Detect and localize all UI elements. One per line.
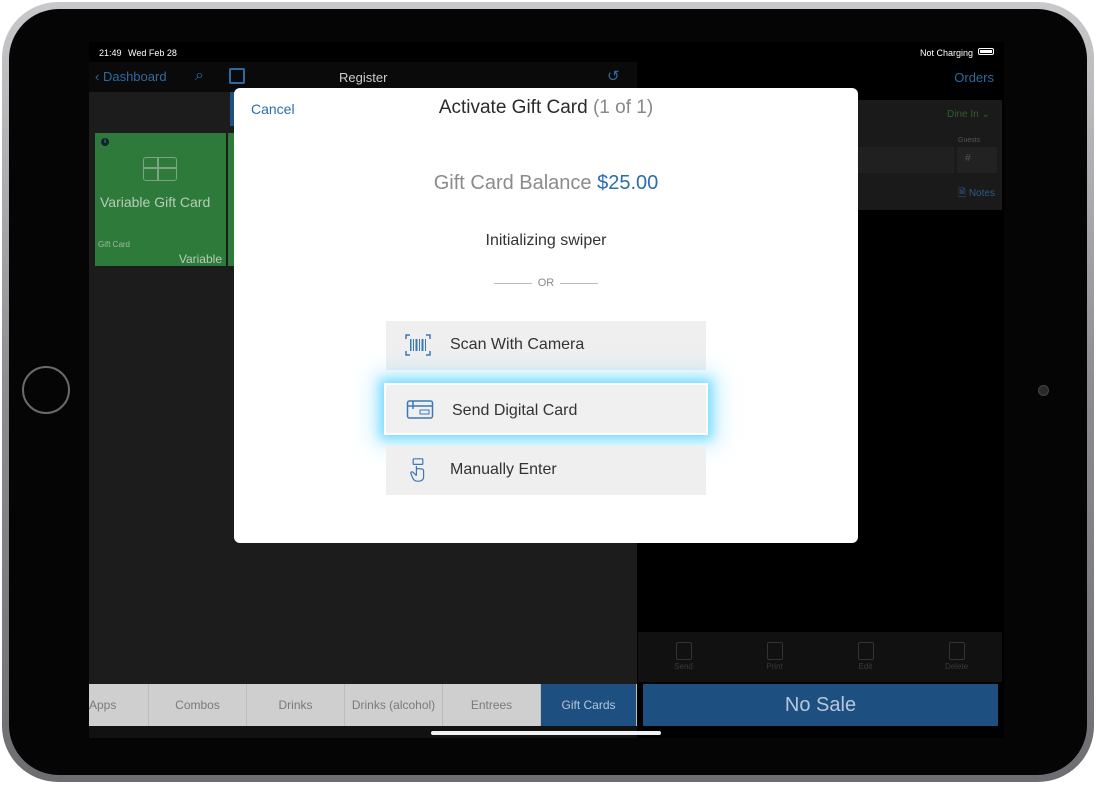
or-label: OR bbox=[537, 277, 555, 289]
product-tile-variable-gift-card[interactable]: i Variable Gift Card Gift Card Variable bbox=[95, 133, 226, 266]
category-tab-drinks[interactable]: Drinks bbox=[247, 684, 345, 726]
balance-amount: $25.00 bbox=[597, 172, 659, 194]
send-digital-card-button[interactable]: Send Digital Card bbox=[384, 383, 708, 435]
home-indicator bbox=[431, 731, 661, 735]
notes-label: Notes bbox=[968, 188, 995, 199]
category-tab-gift-cards[interactable]: Gift Cards bbox=[541, 684, 637, 726]
dine-in-label: Dine In bbox=[947, 109, 979, 120]
delete-action-label: Delete bbox=[944, 662, 969, 671]
product-name: Variable Gift Card bbox=[100, 194, 211, 210]
balance-label: Gift Card Balance bbox=[433, 172, 592, 194]
barcode-icon bbox=[405, 334, 431, 356]
home-button[interactable] bbox=[22, 366, 70, 414]
undo-icon[interactable]: ↺ bbox=[607, 67, 620, 85]
camera-icon bbox=[1038, 385, 1049, 396]
manually-enter-button[interactable]: Manually Enter bbox=[386, 446, 706, 495]
scan-with-camera-label: Scan With Camera bbox=[450, 336, 585, 353]
trash-icon bbox=[948, 642, 965, 660]
edit-action-label: Edit bbox=[858, 662, 873, 671]
edit-icon bbox=[857, 642, 874, 660]
guests-field[interactable]: # bbox=[957, 147, 997, 173]
send-icon bbox=[675, 642, 692, 660]
no-sale-button[interactable]: No Sale bbox=[643, 684, 998, 726]
category-tab-drinks-alcohol[interactable]: Drinks (alcohol) bbox=[345, 684, 443, 726]
edit-action[interactable]: Edit bbox=[820, 632, 911, 682]
status-time: 21:49 bbox=[99, 48, 122, 58]
print-action[interactable]: Print bbox=[729, 632, 820, 682]
divider-line bbox=[560, 283, 598, 284]
or-divider: OR bbox=[234, 277, 858, 291]
delete-action[interactable]: Delete bbox=[911, 632, 1002, 682]
back-to-dashboard-link[interactable]: ‹ Dashboard bbox=[95, 69, 167, 84]
scan-icon[interactable] bbox=[229, 68, 245, 84]
category-tab-entrees[interactable]: Entrees bbox=[443, 684, 541, 726]
swiper-status: Initializing swiper bbox=[485, 232, 607, 249]
category-bar: Apps Combos Drinks Drinks (alcohol) Entr… bbox=[89, 684, 637, 726]
scan-with-camera-button[interactable]: Scan With Camera bbox=[386, 321, 706, 370]
manually-enter-label: Manually Enter bbox=[450, 461, 557, 478]
send-digital-card-label: Send Digital Card bbox=[452, 402, 578, 419]
battery-icon bbox=[978, 48, 994, 55]
search-icon[interactable]: ⌕ bbox=[195, 67, 204, 85]
status-bar: 21:49 Wed Feb 28 Not Charging bbox=[89, 42, 1004, 62]
charging-status: Not Charging bbox=[919, 48, 973, 58]
dialog-count: (1 of 1) bbox=[592, 97, 654, 118]
info-icon: i bbox=[101, 138, 109, 146]
status-date: Wed Feb 28 bbox=[128, 48, 177, 58]
back-link-label: Dashboard bbox=[102, 69, 167, 84]
print-icon bbox=[766, 642, 783, 660]
category-tab-apps[interactable]: Apps bbox=[89, 684, 149, 726]
hand-pointer-icon bbox=[410, 458, 425, 482]
product-price: Variable bbox=[178, 252, 222, 266]
category-tab-combos[interactable]: Combos bbox=[149, 684, 247, 726]
print-action-label: Print bbox=[766, 662, 783, 671]
customer-name-field[interactable] bbox=[854, 147, 954, 173]
register-title: Register bbox=[339, 70, 388, 85]
activate-gift-card-dialog: Cancel Activate Gift Card (1 of 1) Gift … bbox=[234, 88, 858, 543]
send-action-label: Send bbox=[674, 662, 693, 671]
product-category: Gift Card bbox=[98, 240, 131, 249]
dine-in-selector[interactable]: Dine In ⌄ bbox=[947, 109, 990, 120]
send-action[interactable]: Send bbox=[638, 632, 729, 682]
order-action-bar: Send Print Edit Delete bbox=[638, 632, 1002, 682]
gift-card-icon bbox=[143, 157, 177, 181]
notes-link[interactable]: 🗎 Notes bbox=[958, 186, 995, 203]
dialog-title: Activate Gift Card (1 of 1) bbox=[234, 97, 858, 119]
guests-label: Guests bbox=[958, 137, 981, 144]
orders-link[interactable]: Orders bbox=[954, 70, 994, 85]
dialog-title-text: Activate Gift Card bbox=[438, 97, 588, 118]
gift-card-icon bbox=[406, 400, 434, 419]
gift-card-balance: Gift Card Balance $25.00 bbox=[234, 172, 858, 195]
